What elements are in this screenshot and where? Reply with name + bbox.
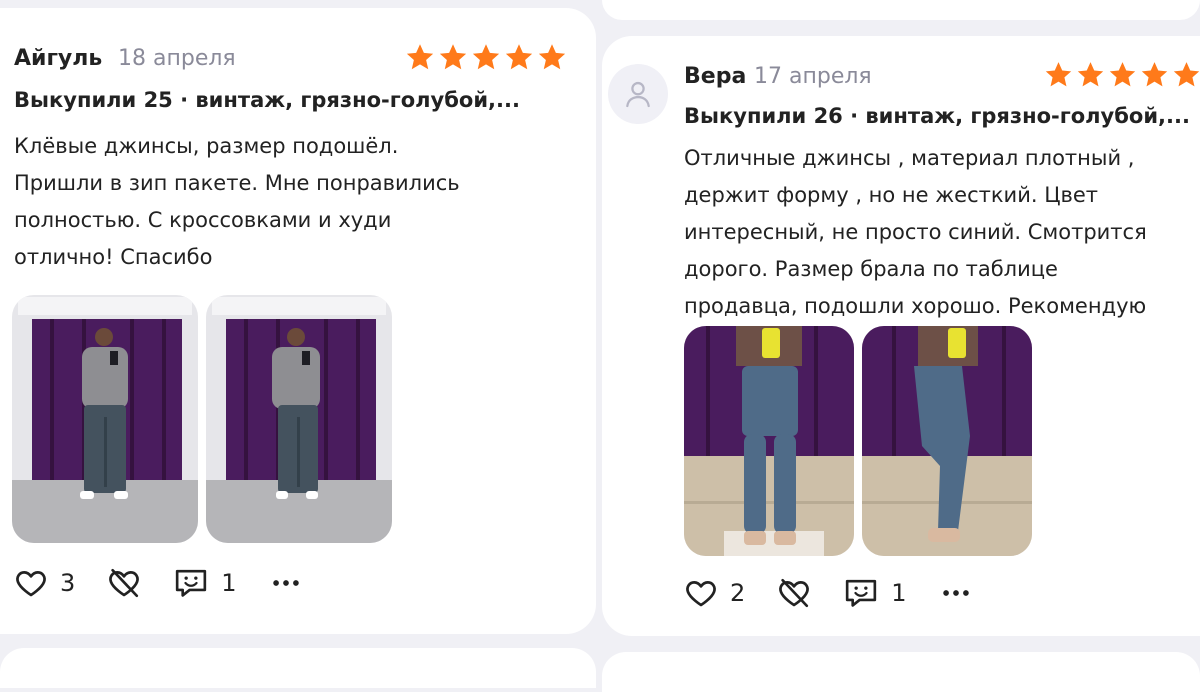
review-text: Клёвые джинсы, размер подошёл. Пришли в … [14, 128, 460, 276]
heart-icon [686, 581, 716, 607]
review-date: 18 апреля [118, 46, 236, 71]
star-icon [1173, 62, 1200, 87]
dislike-button[interactable] [777, 576, 811, 610]
review-photo[interactable] [206, 295, 392, 543]
star-icon [1045, 62, 1072, 87]
more-button[interactable] [269, 566, 303, 600]
user-icon [626, 81, 650, 108]
review-text: Отличные джинсы , материал плотный , дер… [684, 140, 1147, 325]
review-text-line: отлично! Спасибо [14, 245, 213, 269]
comment-count: 1 [891, 579, 907, 607]
review-photo[interactable] [684, 326, 854, 556]
review-text-line: интересный, не просто синий. Смотрится [684, 220, 1147, 244]
comment-button[interactable]: 1 [173, 566, 237, 600]
star-icon [1109, 62, 1136, 87]
review-date: 17 апреля [754, 64, 872, 89]
review-text-line: Отличные джинсы , материал плотный , [684, 146, 1135, 170]
like-count: 3 [60, 569, 76, 597]
review-author: Вера [684, 64, 747, 89]
review-text-line: Клёвые джинсы, размер подошёл. [14, 134, 399, 158]
star-icon [439, 44, 467, 70]
purchase-variant: Выкупили 26 · винтаж, грязно-голубой,... [684, 104, 1190, 128]
comment-button[interactable]: 1 [843, 576, 907, 610]
comment-icon [176, 569, 207, 597]
purchase-variant: Выкупили 25 · винтаж, грязно-голубой,... [14, 88, 520, 112]
heart-crossed-icon [779, 578, 810, 608]
more-icon [942, 590, 969, 596]
review-card-below [602, 652, 1200, 692]
like-count: 2 [730, 579, 746, 607]
review-card-below [0, 648, 596, 688]
more-button[interactable] [939, 576, 973, 610]
review-author: Айгуль [14, 46, 103, 71]
star-icon [538, 44, 566, 70]
heart-icon [16, 571, 46, 597]
heart-crossed-icon [109, 568, 140, 598]
comment-icon [846, 579, 877, 607]
review-actions: 2 1 [684, 576, 1005, 610]
avatar [608, 64, 668, 124]
review-text-line: полностью. С кроссовками и худи [14, 208, 392, 232]
rating-stars [405, 42, 567, 72]
rating-stars [1044, 60, 1200, 89]
comment-count: 1 [221, 569, 237, 597]
review-text-line: продавца, подошли хорошо. Рекомендую [684, 294, 1147, 318]
dislike-button[interactable] [107, 566, 141, 600]
star-icon [472, 44, 500, 70]
review-text-line: держит форму , но не жесткий. Цвет [684, 183, 1099, 207]
review-card: Вера 17 апреля Выкупили 26 · винтаж, гря… [602, 36, 1200, 636]
star-icon [1077, 62, 1104, 87]
review-photo[interactable] [12, 295, 198, 543]
star-icon [1141, 62, 1168, 87]
star-icon [505, 44, 533, 70]
review-photo[interactable] [862, 326, 1032, 556]
review-card-above [602, 0, 1200, 20]
review-text-line: дорого. Размер брала по таблице [684, 257, 1058, 281]
more-icon [272, 580, 299, 586]
review-card: Айгуль 18 апреля Выкупили 25 · винтаж, г… [0, 8, 596, 634]
review-text-line: Пришли в зип пакете. Мне понравились [14, 171, 460, 195]
like-button[interactable]: 3 [14, 566, 75, 600]
star-icon [406, 44, 434, 70]
review-actions: 3 1 [14, 566, 335, 600]
like-button[interactable]: 2 [684, 576, 745, 610]
